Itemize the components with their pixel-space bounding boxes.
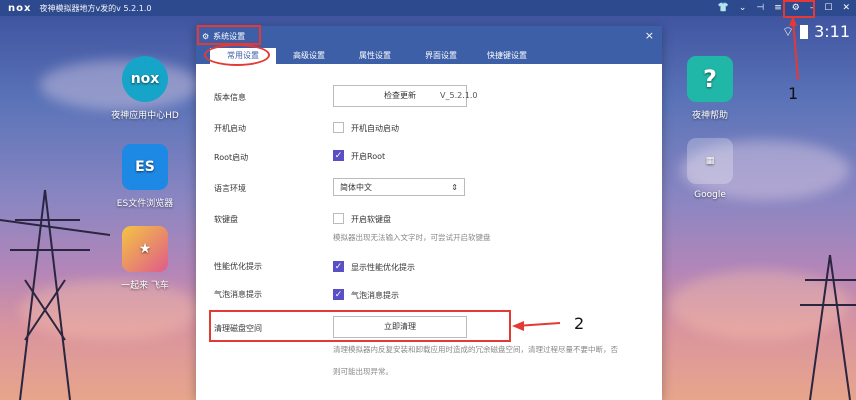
- annotation-number-1: 1: [788, 84, 799, 103]
- annotation-number-2: 2: [574, 314, 585, 333]
- arrowhead-1: [789, 16, 797, 26]
- annotation-arrows: [512, 16, 799, 331]
- arrowhead-2: [512, 321, 524, 331]
- arrow-1: [792, 19, 799, 81]
